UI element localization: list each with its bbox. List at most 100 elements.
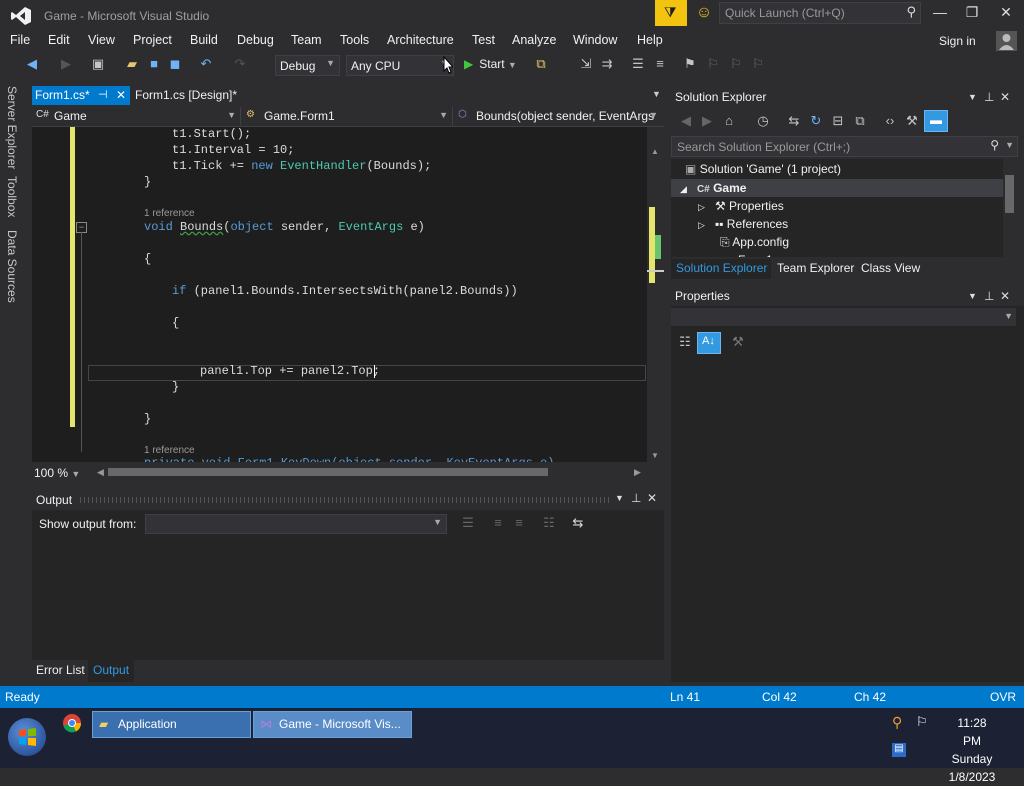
- forward-icon[interactable]: ▶: [699, 113, 715, 129]
- home-icon[interactable]: ⌂: [721, 113, 737, 129]
- sign-in-link[interactable]: Sign in: [939, 34, 976, 48]
- close-window-button[interactable]: ✕: [992, 4, 1020, 24]
- auto-hide-pin-icon[interactable]: ⊥: [984, 90, 994, 104]
- menu-debug[interactable]: Debug: [237, 33, 274, 47]
- windows-start-button[interactable]: [8, 718, 46, 756]
- tab-class-view[interactable]: Class View: [861, 261, 920, 275]
- tab-output[interactable]: Output: [93, 663, 129, 677]
- codelens-references[interactable]: 1 reference: [144, 208, 195, 219]
- codelens-references[interactable]: 1 reference: [144, 445, 195, 456]
- configuration-select[interactable]: Debug ▼: [275, 55, 340, 76]
- save-all-icon[interactable]: ◼: [167, 56, 183, 72]
- find-in-files-icon[interactable]: ⧉: [533, 56, 549, 72]
- collapse-all-icon[interactable]: ⊟: [830, 113, 846, 129]
- taskbar-item-visual-studio[interactable]: ⋈ Game - Microsoft Vis...: [253, 711, 412, 738]
- minimize-button[interactable]: —: [926, 4, 954, 24]
- tab-overflow-icon[interactable]: ▼: [652, 89, 661, 99]
- menu-edit[interactable]: Edit: [48, 33, 70, 47]
- menu-help[interactable]: Help: [637, 33, 663, 47]
- alphabetical-toggle[interactable]: A↓: [697, 332, 721, 354]
- show-all-files-icon[interactable]: ⧉: [852, 113, 868, 129]
- platform-select[interactable]: Any CPU▼: [346, 55, 454, 76]
- tree-item-app-config[interactable]: ⎘ App.config: [720, 235, 789, 250]
- back-icon[interactable]: ◀: [678, 113, 694, 129]
- find-message-icon[interactable]: ☰: [460, 515, 476, 531]
- tree-item-properties[interactable]: ▷ ⚒ Properties: [698, 199, 784, 213]
- menu-tools[interactable]: Tools: [340, 33, 369, 47]
- auto-hide-pin-icon[interactable]: ⊥: [631, 491, 641, 505]
- uncomment-lines-icon[interactable]: ≡: [652, 56, 668, 72]
- property-pages-icon[interactable]: ⚒: [730, 334, 746, 350]
- window-position-icon[interactable]: ▼: [968, 92, 977, 102]
- user-avatar-icon[interactable]: [996, 31, 1017, 51]
- tree-item-form1-partial[interactable]: Form1: [738, 253, 773, 257]
- search-tray-icon[interactable]: ⚲: [892, 714, 902, 731]
- system-clock[interactable]: 11:28 PM Sunday 1/8/2023: [948, 714, 996, 786]
- next-message-icon[interactable]: ≡: [511, 515, 527, 531]
- tree-scroll-thumb[interactable]: [1005, 175, 1014, 213]
- scroll-left-icon[interactable]: ◀: [97, 467, 104, 478]
- comment-lines-icon[interactable]: ☰: [630, 56, 646, 72]
- tab-solution-explorer[interactable]: Solution Explorer: [676, 261, 767, 275]
- network-flag-icon[interactable]: ⚐: [916, 714, 928, 730]
- pending-changes-filter-icon[interactable]: ◷: [755, 113, 771, 129]
- status-overtype[interactable]: OVR: [990, 690, 1016, 704]
- class-nav-select[interactable]: ⚙ Game.Form1 ▼: [242, 107, 453, 125]
- tab-team-explorer[interactable]: Team Explorer: [777, 261, 854, 275]
- undo-icon[interactable]: ↶: [198, 56, 214, 72]
- prev-message-icon[interactable]: ≡: [490, 515, 506, 531]
- auto-hide-pin-icon[interactable]: ⊥: [984, 289, 994, 303]
- action-center-icon[interactable]: ▤: [892, 743, 906, 757]
- menu-test[interactable]: Test: [472, 33, 495, 47]
- project-nav-select[interactable]: C# Game ▼: [32, 107, 241, 125]
- bookmark-icon[interactable]: ⚑: [682, 56, 698, 72]
- view-code-icon[interactable]: ‹›: [882, 113, 898, 129]
- menu-build[interactable]: Build: [190, 33, 218, 47]
- menu-window[interactable]: Window: [573, 33, 617, 47]
- step-over-icon[interactable]: ⇲: [578, 56, 594, 72]
- object-selector[interactable]: ▼: [671, 308, 1016, 326]
- menu-view[interactable]: View: [88, 33, 115, 47]
- save-icon[interactable]: ■: [146, 56, 162, 72]
- new-project-icon[interactable]: ▣: [90, 56, 106, 72]
- redo-icon[interactable]: ↷: [232, 56, 248, 72]
- server-explorer-tab[interactable]: Server Explorer: [5, 86, 19, 169]
- tab-form1-cs[interactable]: Form1.cs* ⊣ ✕: [32, 86, 130, 105]
- menu-file[interactable]: File: [10, 33, 30, 47]
- close-pane-icon[interactable]: ✕: [1000, 90, 1010, 104]
- scroll-up-icon[interactable]: ▲: [651, 147, 659, 156]
- clear-all-icon[interactable]: ☷: [541, 515, 557, 531]
- window-position-icon[interactable]: ▼: [615, 493, 624, 503]
- close-pane-icon[interactable]: ✕: [647, 491, 657, 505]
- editor-vertical-scrollbar[interactable]: [647, 127, 664, 462]
- scroll-right-icon[interactable]: ▶: [634, 467, 641, 478]
- solution-search-input[interactable]: Search Solution Explorer (Ctrl+;) ⚲ ▼: [671, 136, 1018, 157]
- pin-icon[interactable]: ⊣: [98, 88, 108, 101]
- zoom-level-select[interactable]: 100 % ▼: [34, 466, 80, 480]
- refresh-icon[interactable]: ↻: [808, 113, 824, 129]
- next-bookmark-icon[interactable]: ⚐: [728, 56, 744, 72]
- menu-project[interactable]: Project: [133, 33, 172, 47]
- categorized-icon[interactable]: ☷: [677, 334, 693, 350]
- scroll-down-icon[interactable]: ▼: [651, 451, 659, 460]
- menu-analyze[interactable]: Analyze: [512, 33, 556, 47]
- start-debugging-button[interactable]: ▶ Start ▼: [464, 57, 517, 71]
- preview-selected-toggle[interactable]: ▬: [924, 110, 948, 132]
- taskbar-item-application[interactable]: ▰ Application: [92, 711, 251, 738]
- menu-team[interactable]: Team: [291, 33, 322, 47]
- menu-architecture[interactable]: Architecture: [387, 33, 454, 47]
- feedback-smiley-icon[interactable]: ☺: [694, 4, 714, 24]
- tab-error-list[interactable]: Error List: [36, 663, 85, 677]
- drag-grip[interactable]: [80, 497, 610, 503]
- sync-active-document-icon[interactable]: ⇆: [786, 113, 802, 129]
- horizontal-scroll-thumb[interactable]: [108, 468, 548, 476]
- tree-item-solution[interactable]: ▣ Solution 'Game' (1 project): [685, 162, 841, 176]
- back-icon[interactable]: ◀: [24, 56, 40, 72]
- window-position-icon[interactable]: ▼: [968, 291, 977, 301]
- toolbox-tab[interactable]: Toolbox: [5, 176, 19, 217]
- open-file-icon[interactable]: ▰: [124, 56, 140, 72]
- data-sources-tab[interactable]: Data Sources: [5, 230, 19, 303]
- close-pane-icon[interactable]: ✕: [1000, 289, 1010, 303]
- word-wrap-icon[interactable]: ⇆: [570, 515, 586, 531]
- chrome-icon[interactable]: [62, 713, 82, 733]
